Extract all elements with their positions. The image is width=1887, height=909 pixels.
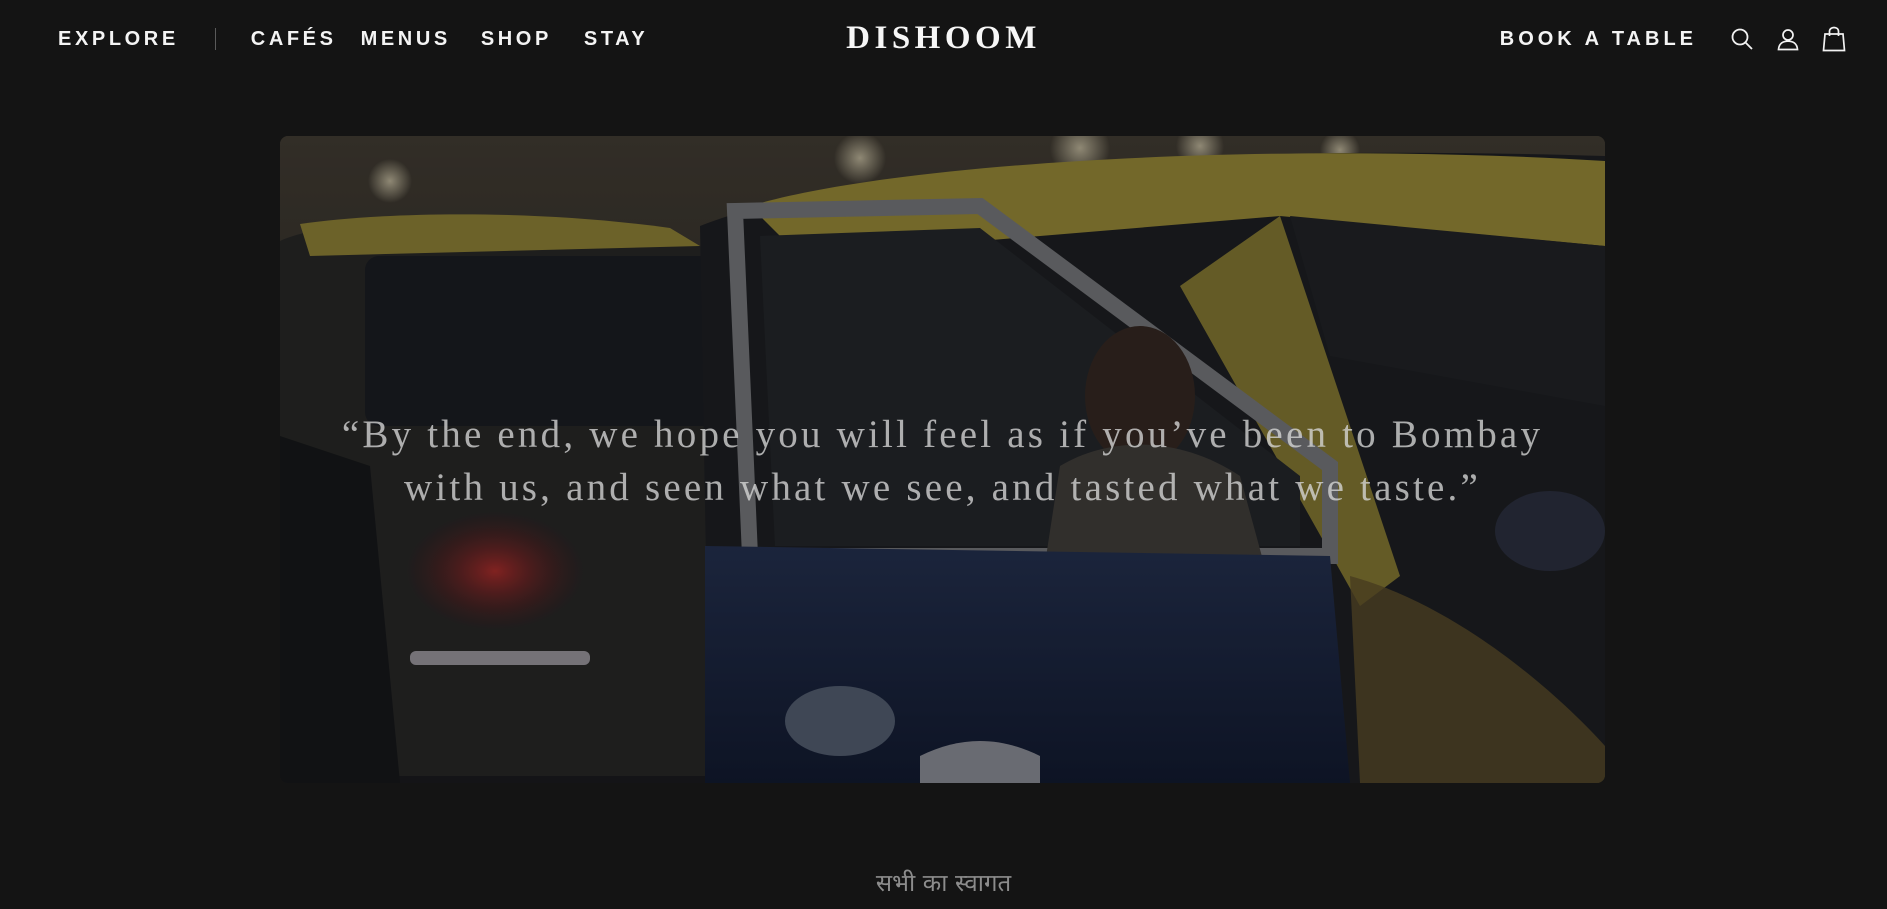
nav-explore[interactable]: EXPLORE	[58, 28, 179, 51]
hero-video[interactable]: “By the end, we hope you will feel as if…	[280, 136, 1605, 783]
nav-menus[interactable]: MENUS	[361, 28, 451, 51]
bag-icon[interactable]	[1821, 25, 1847, 53]
nav-shop[interactable]: SHOP	[481, 28, 552, 51]
search-icon[interactable]	[1729, 25, 1755, 53]
main-nav: EXPLORE CAFÉS MENUS SHOP STAY	[58, 24, 648, 54]
welcome-text: सभी का स्वागत	[875, 869, 1012, 897]
book-table-button[interactable]: BOOK A TABLE	[1500, 28, 1697, 51]
quote-line-2: with us, and seen what we see, and taste…	[404, 466, 1481, 509]
header-actions: BOOK A TABLE	[1500, 22, 1847, 56]
nav-stay[interactable]: STAY	[584, 28, 648, 51]
nav-divider	[214, 28, 216, 50]
site-header: EXPLORE CAFÉS MENUS SHOP STAY DISHOOM BO…	[0, 0, 1887, 78]
nav-cafes[interactable]: CAFÉS	[251, 28, 337, 51]
quote-line-1: “By the end, we hope you will feel as if…	[341, 413, 1544, 456]
site-logo[interactable]: DISHOOM	[846, 20, 1041, 56]
account-icon[interactable]	[1775, 25, 1801, 53]
hero-quote: “By the end, we hope you will feel as if…	[320, 408, 1565, 514]
